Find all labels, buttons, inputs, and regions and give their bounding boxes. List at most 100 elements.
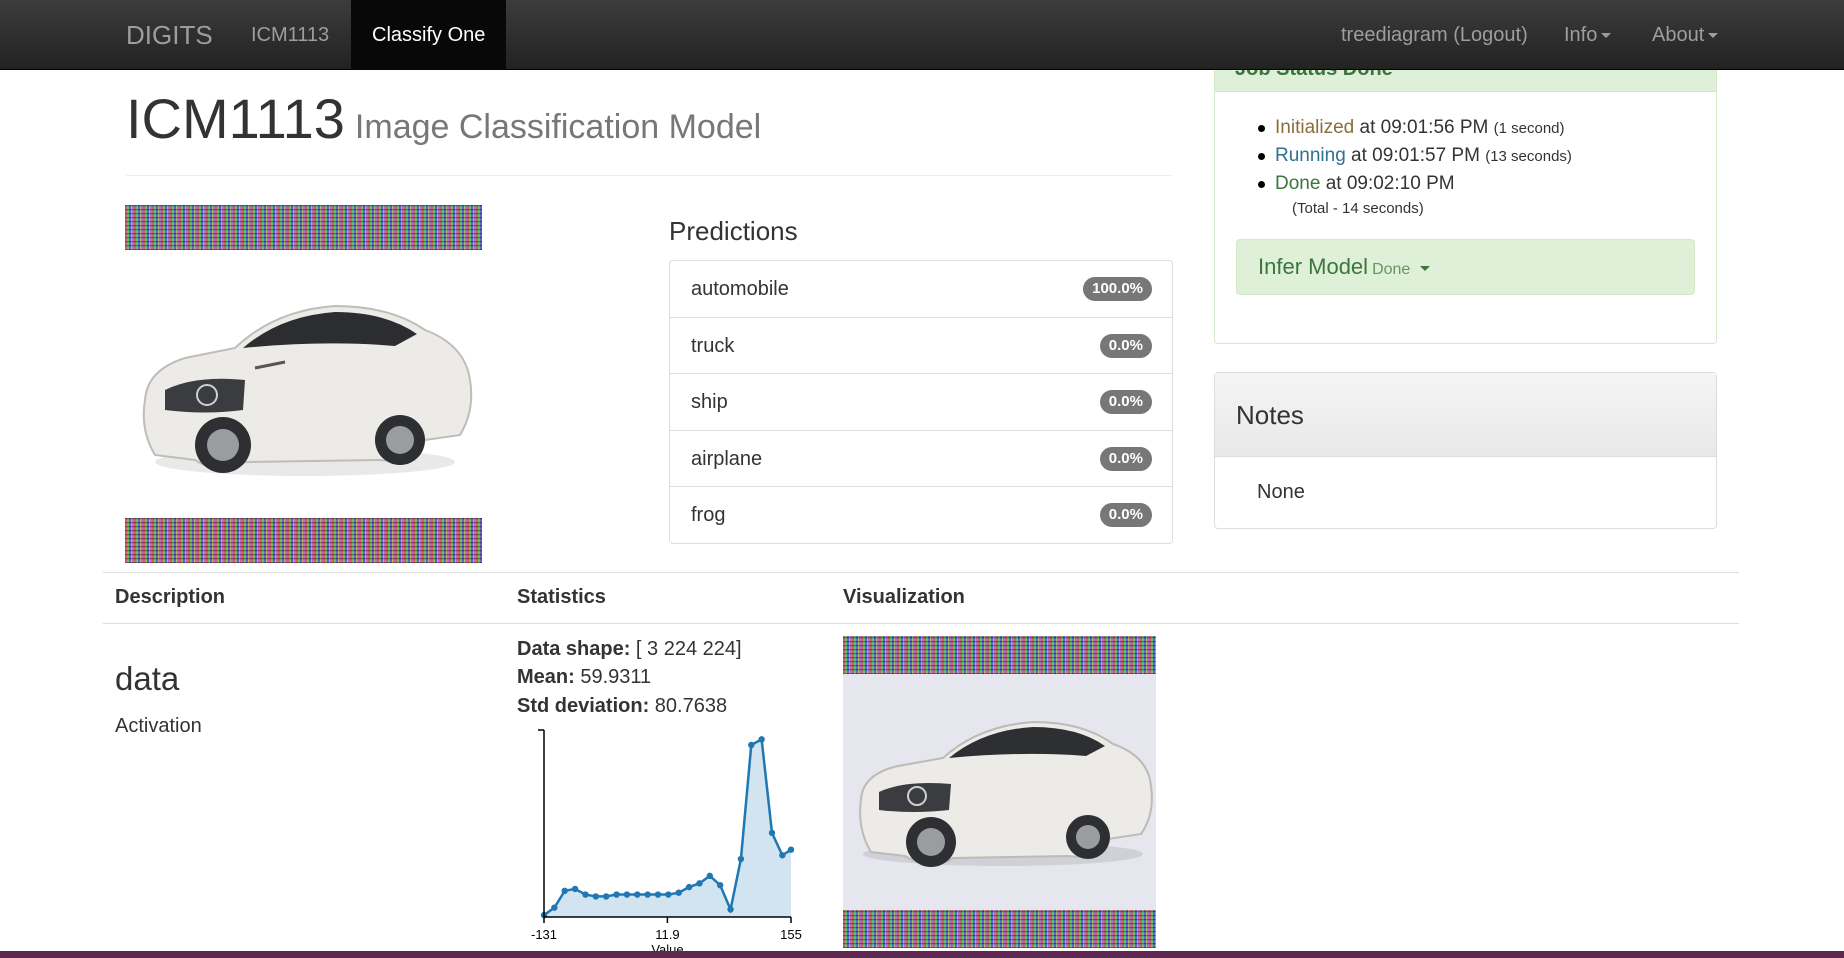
viz-noise-bottom bbox=[843, 910, 1156, 948]
visualization-car-image bbox=[843, 674, 1156, 910]
histogram-point bbox=[623, 891, 631, 898]
infer-model-status: Done bbox=[1372, 261, 1411, 278]
status-duration: (1 second) bbox=[1493, 120, 1565, 137]
infer-model-toggle[interactable]: Infer Model Done bbox=[1236, 239, 1695, 295]
status-entry-running: Running at 09:01:57 PM (13 seconds) bbox=[1258, 142, 1572, 170]
layer-name: data bbox=[115, 660, 180, 697]
histogram-point bbox=[665, 891, 672, 898]
histogram-point bbox=[696, 880, 703, 887]
histogram-point bbox=[561, 887, 568, 895]
status-total: (Total - 14 seconds) bbox=[1292, 200, 1424, 217]
prediction-badge: 100.0% bbox=[1083, 277, 1152, 301]
image-noise-top bbox=[125, 205, 482, 250]
histogram-point bbox=[748, 741, 755, 749]
stat-data-shape: Data shape: [ 3 224 224] bbox=[517, 638, 742, 661]
predictions-title: Predictions bbox=[669, 216, 798, 246]
chevron-down-icon bbox=[1708, 33, 1719, 39]
predictions-list: automobile 100.0% truck 0.0% ship 0.0% airp… bbox=[669, 260, 1173, 544]
x-tick-label: 155 bbox=[780, 927, 802, 942]
histogram-plot: -131 11.9 155Value bbox=[531, 729, 802, 957]
prediction-label: truck bbox=[691, 334, 735, 357]
car-illustration bbox=[859, 720, 1153, 867]
histogram-point bbox=[582, 891, 589, 898]
brand-link[interactable]: DIGITS bbox=[105, 0, 234, 70]
histogram-chart: -131 11.9 155Value bbox=[531, 729, 802, 957]
table-header-visualization: Visualization bbox=[843, 586, 965, 608]
stat-std: Std deviation: 80.7638 bbox=[517, 695, 727, 718]
info-menu[interactable]: Info bbox=[1543, 0, 1632, 70]
status-state: Initialized bbox=[1275, 117, 1355, 138]
page-header: ICM1113 Image Classification Model bbox=[126, 86, 1172, 176]
prediction-label: automobile bbox=[691, 278, 789, 300]
prediction-badge: 0.0% bbox=[1099, 503, 1152, 527]
about-menu-label: About bbox=[1652, 24, 1705, 46]
status-time: at 09:01:57 PM bbox=[1345, 145, 1486, 166]
prediction-badge: 0.0% bbox=[1099, 446, 1152, 471]
table-top-border bbox=[103, 572, 1739, 573]
histogram-point bbox=[644, 891, 651, 898]
job-status-panel: Job Status Done Initialized at 09:01:56 … bbox=[1214, 70, 1717, 344]
prediction-label: frog bbox=[691, 504, 726, 526]
prediction-badge: 0.0% bbox=[1099, 390, 1152, 414]
prediction-row: airplane 0.0% bbox=[670, 431, 1172, 487]
job-status-heading-text: Job Status Done bbox=[1235, 70, 1393, 81]
info-menu-label: Info bbox=[1564, 24, 1598, 46]
histogram-point bbox=[737, 855, 745, 863]
table-header-statistics: Statistics bbox=[517, 586, 606, 608]
histogram-point bbox=[551, 904, 558, 911]
prediction-label: ship bbox=[691, 391, 728, 413]
histogram-point bbox=[685, 883, 693, 891]
job-status-heading: Job Status Done bbox=[1215, 70, 1716, 92]
user-logout-link[interactable]: treediagram (Logout) bbox=[1320, 0, 1549, 70]
status-entry-initialized: Initialized at 09:01:56 PM (1 second) bbox=[1258, 114, 1572, 142]
histogram-point bbox=[727, 906, 734, 913]
histogram-point bbox=[634, 891, 641, 898]
prediction-row: automobile 100.0% bbox=[670, 261, 1172, 318]
nav-classify-one-link[interactable]: Classify One bbox=[351, 0, 507, 70]
viz-noise-top bbox=[843, 636, 1156, 674]
notes-panel: Notes None bbox=[1214, 372, 1717, 529]
chevron-down-icon bbox=[1420, 265, 1431, 271]
top-navbar: DIGITS ICM1113 Classify One treediagram … bbox=[0, 0, 1844, 70]
histogram-point bbox=[758, 736, 765, 743]
bottom-edge-bar bbox=[0, 951, 1844, 958]
histogram-point bbox=[787, 846, 795, 853]
prediction-row: ship 0.0% bbox=[670, 374, 1172, 431]
histogram-point bbox=[706, 872, 714, 880]
stat-value: 59.9311 bbox=[574, 666, 652, 688]
stat-mean: Mean: 59.9311 bbox=[517, 666, 651, 689]
histogram-area bbox=[544, 739, 791, 917]
job-status-list: Initialized at 09:01:56 PM (1 second) Ru… bbox=[1258, 114, 1572, 198]
layer-type: Activation bbox=[115, 715, 202, 737]
status-state: Running bbox=[1275, 145, 1346, 166]
x-tick-label: -131 bbox=[531, 927, 557, 942]
notes-title: Notes bbox=[1215, 373, 1716, 457]
stat-label: Mean: bbox=[517, 666, 575, 688]
page-subtitle: Image Classification Model bbox=[354, 108, 762, 146]
table-header-border bbox=[103, 623, 1739, 624]
histogram-point bbox=[571, 885, 579, 893]
histogram-point bbox=[716, 882, 724, 889]
nav-model-link[interactable]: ICM1113 bbox=[230, 0, 350, 70]
infer-model-label: Infer Model bbox=[1258, 254, 1369, 279]
status-state: Done bbox=[1275, 173, 1321, 194]
car-illustration bbox=[142, 304, 473, 476]
stat-label: Data shape: bbox=[517, 638, 631, 660]
histogram-point bbox=[779, 852, 786, 859]
histogram-point bbox=[675, 889, 682, 896]
page-title: ICM1113 bbox=[126, 87, 345, 150]
about-menu[interactable]: About bbox=[1631, 0, 1739, 70]
histogram-point bbox=[613, 891, 620, 898]
image-noise-bottom bbox=[125, 518, 482, 563]
x-tick-label: 11.9 bbox=[655, 927, 679, 942]
stat-value: [ 3 224 224] bbox=[630, 638, 742, 660]
prediction-badge: 0.0% bbox=[1099, 333, 1152, 358]
histogram-point bbox=[768, 829, 776, 837]
prediction-row: frog 0.0% bbox=[670, 487, 1172, 544]
status-entry-done: Done at 09:02:10 PM bbox=[1258, 170, 1572, 198]
notes-body: None bbox=[1257, 481, 1305, 503]
status-time: at 09:02:10 PM bbox=[1320, 173, 1455, 194]
histogram-point bbox=[592, 893, 600, 900]
input-car-image bbox=[125, 250, 482, 518]
chevron-down-icon bbox=[1601, 33, 1612, 39]
